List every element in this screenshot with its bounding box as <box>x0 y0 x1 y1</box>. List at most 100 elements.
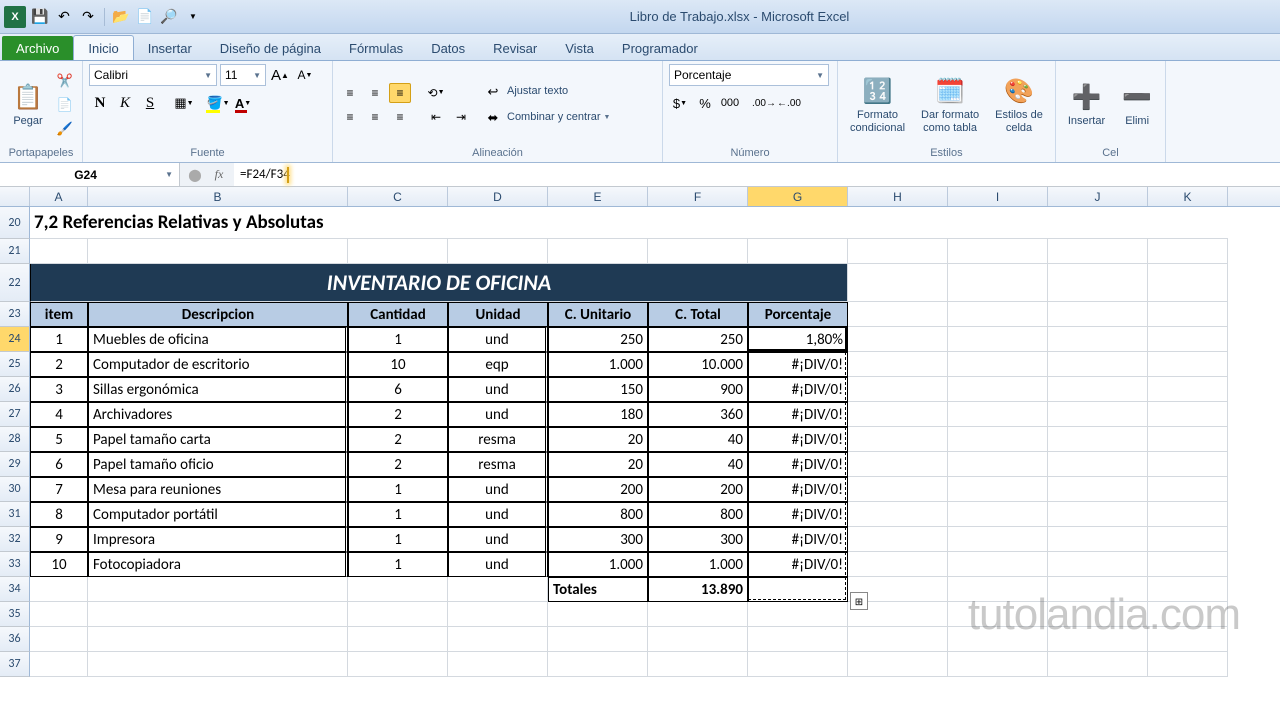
align-middle-icon[interactable]: ≡ <box>364 83 386 103</box>
decrease-indent-icon[interactable]: ⇤ <box>425 107 447 127</box>
cell[interactable]: eqp <box>448 352 548 377</box>
cell[interactable]: #¡DIV/0! <box>748 352 848 377</box>
cell[interactable] <box>1048 302 1148 327</box>
copy-icon[interactable]: 📄 <box>54 94 76 116</box>
cell[interactable]: und <box>448 477 548 502</box>
cell[interactable] <box>1148 377 1228 402</box>
merge-center-button[interactable]: ⬌ Combinar y centrar ▼ <box>482 107 610 129</box>
cell[interactable] <box>848 652 948 677</box>
cell[interactable]: Descripcion <box>88 302 348 327</box>
align-top-icon[interactable]: ≡ <box>339 83 361 103</box>
cell[interactable]: #¡DIV/0! <box>748 502 848 527</box>
cell[interactable] <box>1148 452 1228 477</box>
tab-home[interactable]: Inicio <box>73 35 133 60</box>
bold-icon[interactable]: N <box>89 92 111 114</box>
italic-icon[interactable]: K <box>114 92 136 114</box>
cell[interactable] <box>88 602 348 627</box>
cell[interactable] <box>348 652 448 677</box>
underline-icon[interactable]: S <box>139 92 161 114</box>
cell[interactable]: und <box>448 527 548 552</box>
row-header-27[interactable]: 27 <box>0 402 30 427</box>
cell[interactable]: 250 <box>648 327 748 352</box>
column-header-J[interactable]: J <box>1048 187 1148 206</box>
tab-formulas[interactable]: Fórmulas <box>335 36 417 60</box>
cell[interactable]: #¡DIV/0! <box>748 552 848 577</box>
cell[interactable] <box>848 239 948 264</box>
increase-font-icon[interactable]: A▲ <box>269 64 291 86</box>
fill-color-icon[interactable]: 🪣▼ <box>207 92 229 114</box>
cell[interactable]: 1 <box>348 552 448 577</box>
decrease-decimal-icon[interactable]: ←.00 <box>778 92 800 114</box>
cell[interactable]: Sillas ergonómica <box>88 377 348 402</box>
cell[interactable]: Cantidad <box>348 302 448 327</box>
increase-decimal-icon[interactable]: .00→ <box>753 92 775 114</box>
cell[interactable] <box>1048 552 1148 577</box>
cell[interactable]: 10 <box>348 352 448 377</box>
row-header-26[interactable]: 26 <box>0 377 30 402</box>
cell[interactable] <box>1048 402 1148 427</box>
cell[interactable] <box>1048 427 1148 452</box>
cell[interactable]: 2 <box>30 352 88 377</box>
cell[interactable] <box>848 352 948 377</box>
conditional-format-button[interactable]: 🔢 Formato condicional <box>844 73 911 135</box>
cell[interactable] <box>748 239 848 264</box>
cell[interactable]: 1.000 <box>648 552 748 577</box>
font-size-combo[interactable]: 11▼ <box>220 64 266 86</box>
cell[interactable] <box>1148 427 1228 452</box>
fx-icon[interactable]: fx <box>210 166 228 184</box>
cell[interactable]: Porcentaje <box>748 302 848 327</box>
cell[interactable]: Totales <box>548 577 648 602</box>
cell[interactable] <box>648 239 748 264</box>
percent-icon[interactable]: % <box>694 92 716 114</box>
cell[interactable] <box>948 527 1048 552</box>
cell[interactable] <box>848 302 948 327</box>
cell[interactable] <box>1048 652 1148 677</box>
cell[interactable]: #¡DIV/0! <box>748 477 848 502</box>
print-preview-icon[interactable]: 🔎 <box>159 7 179 27</box>
cell[interactable] <box>948 452 1048 477</box>
cell[interactable] <box>548 652 648 677</box>
cell[interactable]: und <box>448 377 548 402</box>
cell[interactable]: C. Unitario <box>548 302 648 327</box>
cell[interactable] <box>1048 264 1148 302</box>
column-header-B[interactable]: B <box>88 187 348 206</box>
cell[interactable]: 20 <box>548 427 648 452</box>
cell[interactable] <box>1048 239 1148 264</box>
select-all-corner[interactable] <box>0 187 30 206</box>
cell[interactable]: 1 <box>348 502 448 527</box>
cell[interactable]: Papel tamaño carta <box>88 427 348 452</box>
save-icon[interactable]: 💾 <box>30 7 50 27</box>
increase-indent-icon[interactable]: ⇥ <box>450 107 472 127</box>
cell[interactable] <box>1048 452 1148 477</box>
cell[interactable]: 250 <box>548 327 648 352</box>
column-header-D[interactable]: D <box>448 187 548 206</box>
cell[interactable]: #¡DIV/0! <box>748 377 848 402</box>
paste-button[interactable]: 📋 Pegar <box>6 79 50 129</box>
row-header-35[interactable]: 35 <box>0 602 30 627</box>
column-header-C[interactable]: C <box>348 187 448 206</box>
cell[interactable]: #¡DIV/0! <box>748 527 848 552</box>
cell[interactable]: 2 <box>348 452 448 477</box>
cell[interactable] <box>848 552 948 577</box>
cell[interactable]: 2 <box>348 427 448 452</box>
cell[interactable]: 1 <box>348 477 448 502</box>
font-color-icon[interactable]: A▼ <box>232 92 254 114</box>
formula-bar[interactable]: =F24/F34 <box>234 163 1280 186</box>
column-header-G[interactable]: G <box>748 187 848 206</box>
cell[interactable] <box>948 327 1048 352</box>
cell[interactable]: 1.000 <box>548 552 648 577</box>
cell[interactable] <box>948 502 1048 527</box>
cell[interactable]: 9 <box>30 527 88 552</box>
cell[interactable]: 7,2 Referencias Relativas y Absolutas <box>30 207 1228 239</box>
cell[interactable]: 2 <box>348 402 448 427</box>
cell[interactable]: item <box>30 302 88 327</box>
cell[interactable] <box>448 627 548 652</box>
cell[interactable] <box>848 377 948 402</box>
delete-cells-button[interactable]: ➖ Elimi <box>1115 79 1159 129</box>
cell[interactable] <box>1148 327 1228 352</box>
column-header-F[interactable]: F <box>648 187 748 206</box>
cell[interactable] <box>1148 402 1228 427</box>
cell[interactable] <box>88 652 348 677</box>
cell[interactable] <box>1148 502 1228 527</box>
cell[interactable]: 10 <box>30 552 88 577</box>
